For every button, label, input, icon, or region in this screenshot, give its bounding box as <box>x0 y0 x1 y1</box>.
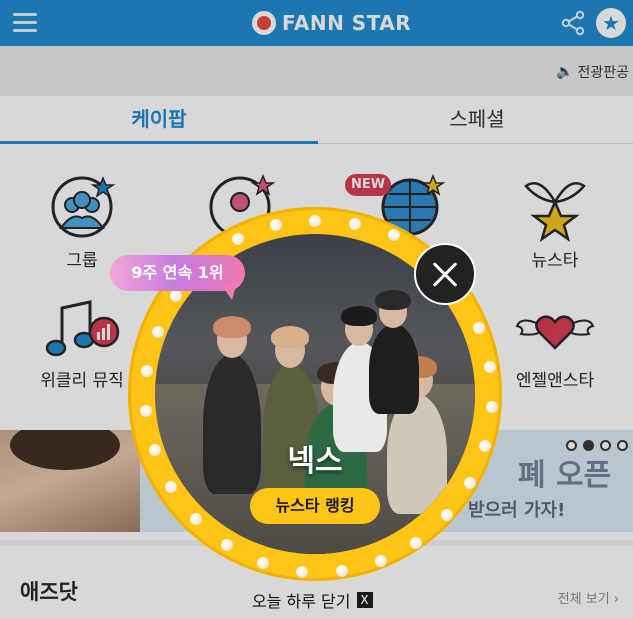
close-today-x-icon: X <box>356 592 373 608</box>
ranking-button[interactable]: 뉴스타 랭킹 <box>250 488 380 524</box>
close-today-button[interactable]: 오늘 하루 닫기 X <box>252 588 373 612</box>
streak-badge-tail <box>222 286 236 300</box>
close-icon[interactable] <box>414 243 476 305</box>
close-today-label: 오늘 하루 닫기 <box>252 592 351 611</box>
